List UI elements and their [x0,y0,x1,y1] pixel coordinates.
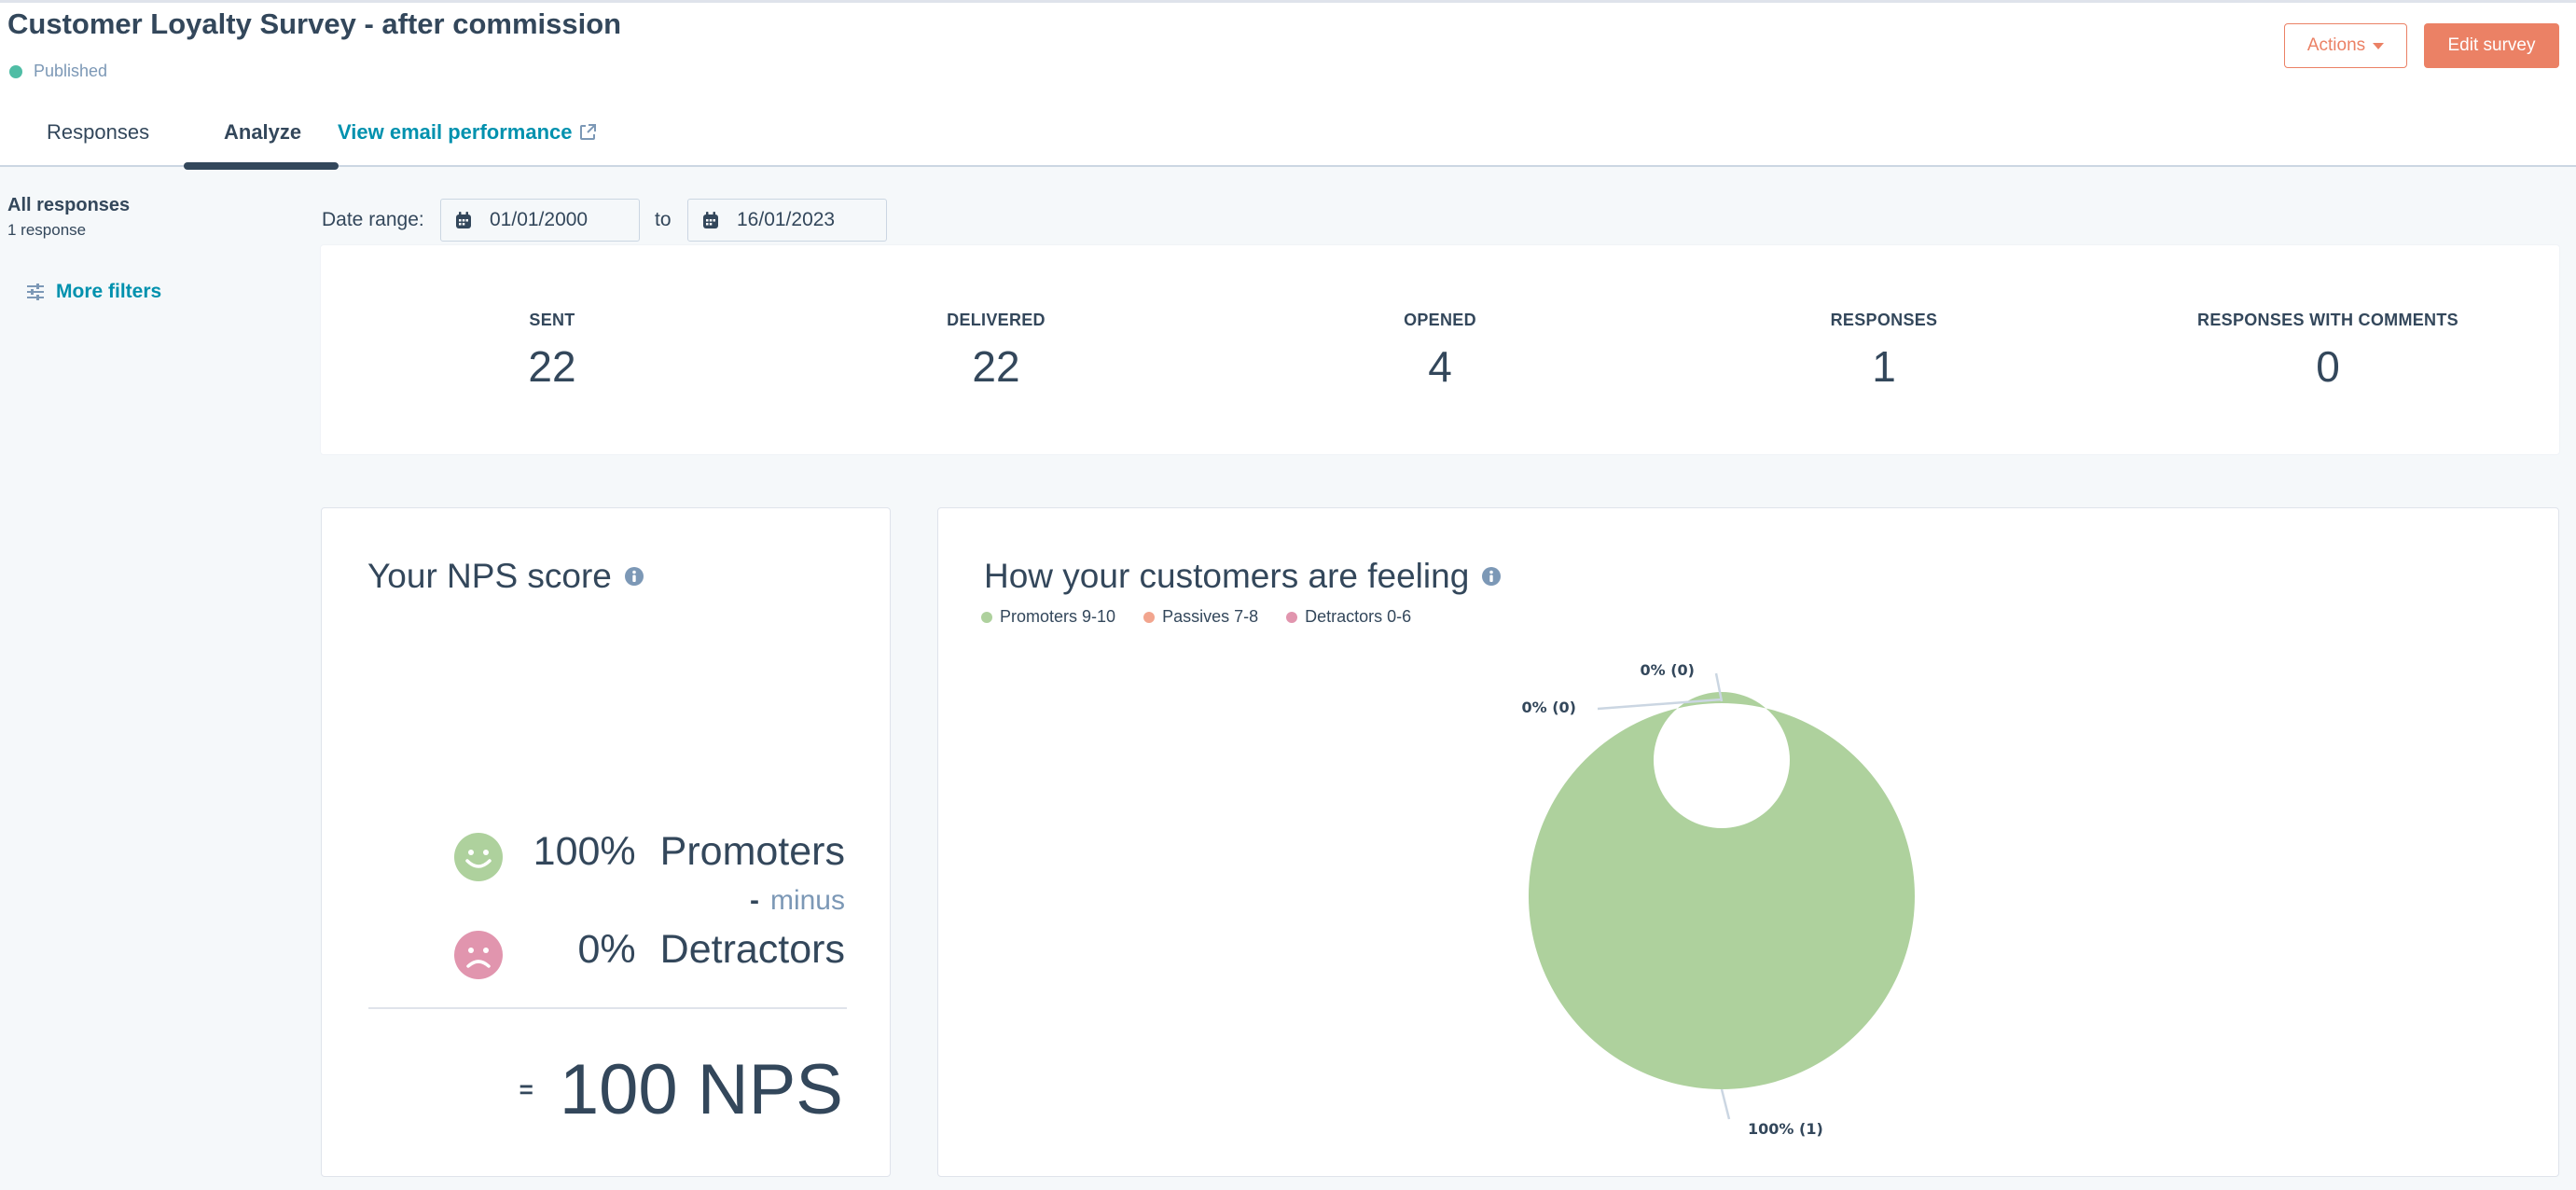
view-email-performance-label: View email performance [338,120,573,144]
promoters-percent: 100% [533,829,636,874]
date-to-value: 16/01/2023 [737,209,836,230]
minus-word: minus [769,885,845,916]
more-filters-button[interactable]: More filters [26,281,161,303]
nps-divider [368,1007,847,1009]
stat-label: SENT [529,311,575,329]
external-link-icon [579,124,596,140]
page-title: Customer Loyalty Survey - after commissi… [7,7,622,40]
stat-value: 22 [972,342,1020,391]
status-badge: Published [9,62,107,81]
nps-title-text: Your NPS score [367,557,612,595]
happy-face-icon [454,833,503,881]
detractors-percent: 0% [577,927,636,972]
label-connector [1720,1088,1731,1120]
date-range-separator: to [655,209,672,230]
caret-down-icon [2373,42,2385,49]
active-tab-indicator [184,162,339,170]
sentiment-donut-chart: 100% (1) 0% (0) 0% (0) [1522,661,1915,1138]
stat-value: 0 [2316,342,2340,391]
date-to-input[interactable]: 16/01/2023 [687,199,887,242]
stat-opened: OPENED 4 [1218,311,1662,392]
nps-card-title: Your NPS score [367,557,644,596]
stat-label: RESPONSES [1830,311,1938,329]
stat-value: 1 [1872,342,1896,391]
stat-label: OPENED [1404,311,1476,329]
actions-dropdown-button[interactable]: Actions [2284,23,2407,68]
response-count: 1 response [7,221,87,239]
tab-responses[interactable]: Responses [47,120,149,145]
data-label: 100% (1) [1748,1120,1823,1138]
nps-score-card: Your NPS score 100% Promoters - minus 0% … [321,507,891,1177]
promoters-label: Promoters [659,829,845,874]
nps-score-value: 100 NPS [559,1050,843,1129]
stat-responses: RESPONSES 1 [1662,311,2106,392]
minus-operator: - minus [750,885,845,917]
promoters-row: 100% Promoters [533,829,845,875]
status-dot-icon [9,64,22,78]
date-from-value: 01/01/2000 [490,209,589,230]
customer-feeling-card: How your customers are feeling Promoters… [937,507,2559,1177]
status-text: Published [34,62,108,80]
date-range-label: Date range: [322,209,424,230]
stat-value: 22 [528,342,576,391]
sidebar-title: All responses [7,195,131,215]
stat-sent: SENT 22 [330,311,774,392]
view-email-performance-link[interactable]: View email performance [338,120,597,145]
calendar-icon [703,212,718,228]
stat-delivered: DELIVERED 22 [774,311,1218,392]
data-label: 0% (0) [1641,661,1696,679]
edit-survey-label: Edit survey [2447,35,2536,55]
email-stats-card: SENT 22 DELIVERED 22 OPENED 4 RESPONSES … [320,244,2560,455]
more-filters-label: More filters [56,281,162,302]
edit-survey-button[interactable]: Edit survey [2424,23,2559,68]
nps-total: = 100 NPS [519,1049,843,1130]
stat-label: DELIVERED [947,311,1046,329]
info-icon[interactable] [624,567,644,586]
page-header: Customer Loyalty Survey - after commissi… [0,3,2576,170]
filter-sliders-icon [27,284,44,300]
stat-responses-with-comments: RESPONSES WITH COMMENTS 0 [2106,311,2550,392]
detractors-row: 0% Detractors [578,927,846,973]
detractors-label: Detractors [659,927,845,972]
minus-dash: - [749,885,759,916]
tab-analyze[interactable]: Analyze [224,120,301,145]
date-from-input[interactable]: 01/01/2000 [440,199,640,242]
sad-face-icon [454,931,503,979]
actions-label: Actions [2306,35,2366,55]
data-label: 0% (0) [1522,699,1577,716]
equals-sign: = [519,1075,533,1103]
stat-value: 4 [1428,342,1452,391]
calendar-icon [456,212,471,228]
stat-label: RESPONSES WITH COMMENTS [2197,311,2458,329]
label-connector [1597,698,1723,711]
